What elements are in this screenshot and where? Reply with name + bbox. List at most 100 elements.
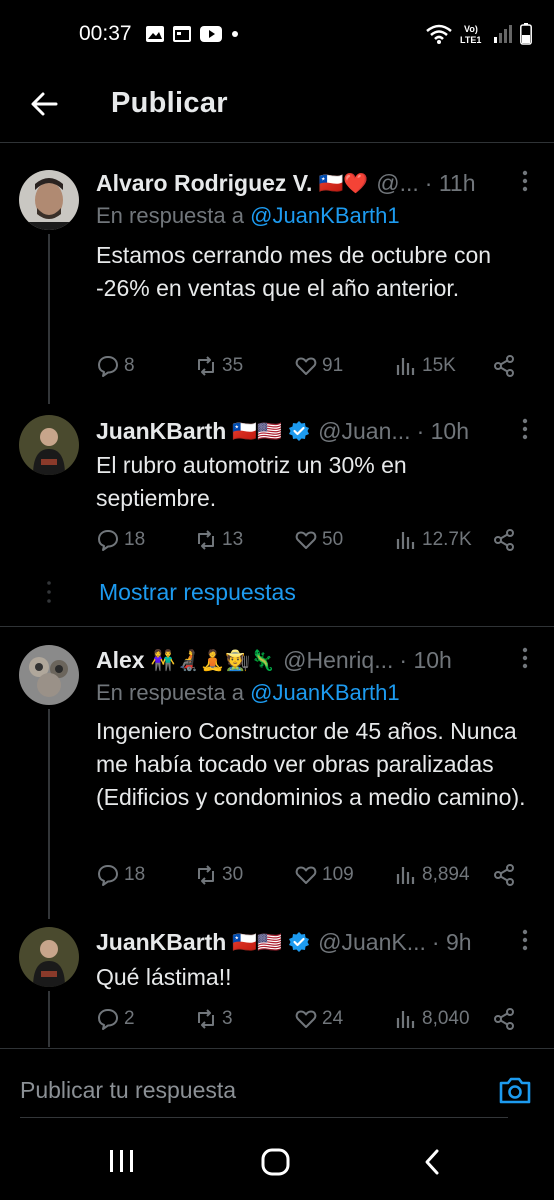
status-system-icons: Vo) LTE1	[426, 22, 532, 46]
more-options-icon[interactable]	[522, 929, 528, 951]
views-button[interactable]: 8,894	[394, 863, 470, 887]
avatar[interactable]	[19, 170, 79, 230]
repost-icon	[198, 1009, 214, 1029]
repost-button[interactable]: 30	[194, 863, 243, 887]
repost-button[interactable]: 3	[194, 1007, 233, 1031]
share-button[interactable]	[492, 528, 516, 552]
svg-text:LTE1: LTE1	[460, 35, 481, 45]
author-handle[interactable]: @...	[376, 170, 419, 197]
share-button[interactable]	[492, 863, 516, 887]
reply-count: 18	[124, 864, 146, 885]
calendar-icon	[173, 26, 191, 42]
reply-icon	[98, 356, 118, 377]
tweet-actions: 2 3 24 8,040	[96, 1007, 526, 1037]
like-button[interactable]: 24	[294, 1007, 343, 1031]
views-count: 15K	[422, 355, 456, 376]
tweet-text: El rubro automotriz un 30% en septiembre…	[96, 452, 407, 511]
tweet-header: Alvaro Rodriguez V. 🇨🇱❤️ @... · 11h	[96, 168, 534, 198]
share-button[interactable]	[492, 354, 516, 378]
status-time: 00:37	[79, 22, 132, 45]
heart-icon	[295, 866, 317, 884]
share-icon	[494, 355, 514, 377]
repost-icon	[198, 530, 214, 550]
repost-button[interactable]: 35	[194, 354, 243, 378]
home-icon[interactable]	[261, 1148, 291, 1176]
author-handle[interactable]: @Juan...	[318, 418, 410, 445]
camera-icon[interactable]	[498, 1075, 532, 1105]
tweet-header: JuanKBarth 🇨🇱🇺🇸 @Juan... · 10h	[96, 416, 534, 446]
reply-composer: Publicar tu respuesta	[0, 1048, 554, 1119]
tweet-text: Ingeniero Constructor de 45 años. Nunca …	[96, 718, 526, 810]
views-button[interactable]: 12.7K	[394, 528, 472, 552]
share-icon	[494, 864, 514, 886]
name-emojis: 🇨🇱❤️	[318, 172, 369, 195]
like-button[interactable]: 91	[294, 354, 343, 378]
reply-mention-link[interactable]: @JuanKBarth1	[250, 203, 400, 228]
svg-text:Vo): Vo)	[464, 24, 478, 34]
avatar[interactable]	[19, 927, 79, 987]
tweet-time[interactable]: · 10h	[399, 647, 451, 674]
reply-mention-link[interactable]: @JuanKBarth1	[250, 680, 400, 705]
views-button[interactable]: 15K	[394, 354, 456, 378]
thread-line	[48, 234, 50, 404]
tweet-header: Alex 👫🧑‍🦼🧘🧑‍🌾🦎 @Henriq... · 10h	[96, 645, 534, 675]
more-options-icon[interactable]	[522, 170, 528, 192]
reply-button[interactable]: 2	[96, 1007, 135, 1031]
reply-button[interactable]: 18	[96, 528, 145, 552]
verified-badge-icon	[289, 421, 310, 441]
youtube-icon	[200, 25, 222, 42]
thread-line	[48, 991, 50, 1047]
like-button[interactable]: 109	[294, 863, 354, 887]
volte-lte-icon: Vo)LTE1	[460, 24, 481, 45]
author-handle[interactable]: @Henriq...	[283, 647, 393, 674]
heart-icon	[295, 1010, 317, 1028]
reply-count: 2	[124, 1008, 135, 1029]
page-title: Publicar	[111, 87, 228, 119]
author-handle[interactable]: @JuanK...	[318, 929, 426, 956]
author-name[interactable]: Alvaro Rodriguez V.	[96, 170, 312, 197]
author-name[interactable]: JuanKBarth	[96, 418, 226, 445]
repost-icon	[198, 356, 214, 376]
reply-context: En respuesta a @JuanKBarth1	[96, 203, 400, 229]
thread-continuation-dots-icon	[47, 581, 51, 603]
views-count: 8,894	[422, 864, 470, 885]
views-button[interactable]: 8,040	[394, 1007, 470, 1031]
reply-icon	[98, 865, 118, 886]
repost-count: 30	[222, 864, 244, 885]
tweet-juankbarth-2[interactable]: JuanKBarth 🇨🇱🇺🇸 @JuanK... · 9h Qué lásti…	[0, 917, 554, 1047]
show-replies-link[interactable]: Mostrar respuestas	[99, 579, 296, 606]
back-arrow-icon[interactable]	[28, 88, 60, 120]
more-options-icon[interactable]	[522, 418, 528, 440]
notification-dot-icon	[232, 30, 238, 37]
tweet-time[interactable]: · 10h	[417, 418, 469, 445]
tweet-time[interactable]: · 11h	[425, 170, 476, 197]
tweet-alvaro[interactable]: Alvaro Rodriguez V. 🇨🇱❤️ @... · 11h En r…	[0, 150, 554, 404]
like-count: 50	[322, 529, 344, 550]
reply-button[interactable]: 8	[96, 354, 135, 378]
reply-context: En respuesta a @JuanKBarth1	[96, 680, 400, 706]
tweet-juankbarth-1[interactable]: JuanKBarth 🇨🇱🇺🇸 @Juan... · 10h El rubro …	[0, 395, 554, 575]
avatar[interactable]	[19, 415, 79, 475]
author-name[interactable]: Alex	[96, 647, 145, 674]
recent-apps-icon[interactable]	[108, 1148, 136, 1174]
tweet-text: Qué lástima!!	[96, 964, 232, 990]
reply-button[interactable]: 18	[96, 863, 145, 887]
like-button[interactable]: 50	[294, 528, 343, 552]
reply-input[interactable]: Publicar tu respuesta	[20, 1077, 236, 1104]
reply-count: 8	[124, 355, 135, 376]
more-options-icon[interactable]	[522, 647, 528, 669]
tweet-alex[interactable]: Alex 👫🧑‍🦼🧘🧑‍🌾🦎 @Henriq... · 10h En respu…	[0, 627, 554, 919]
views-icon	[396, 532, 415, 549]
tweet-actions: 8 35 91 15K	[96, 354, 526, 384]
repost-button[interactable]: 13	[194, 528, 243, 552]
verified-badge-icon	[289, 932, 310, 952]
heart-icon	[295, 531, 317, 549]
heart-icon	[295, 357, 317, 375]
tweet-time[interactable]: · 9h	[432, 929, 472, 956]
author-name[interactable]: JuanKBarth	[96, 929, 226, 956]
back-nav-icon[interactable]	[422, 1148, 442, 1176]
views-count: 8,040	[422, 1008, 470, 1029]
like-count: 91	[322, 355, 344, 376]
avatar[interactable]	[19, 645, 79, 705]
share-button[interactable]	[492, 1007, 516, 1031]
